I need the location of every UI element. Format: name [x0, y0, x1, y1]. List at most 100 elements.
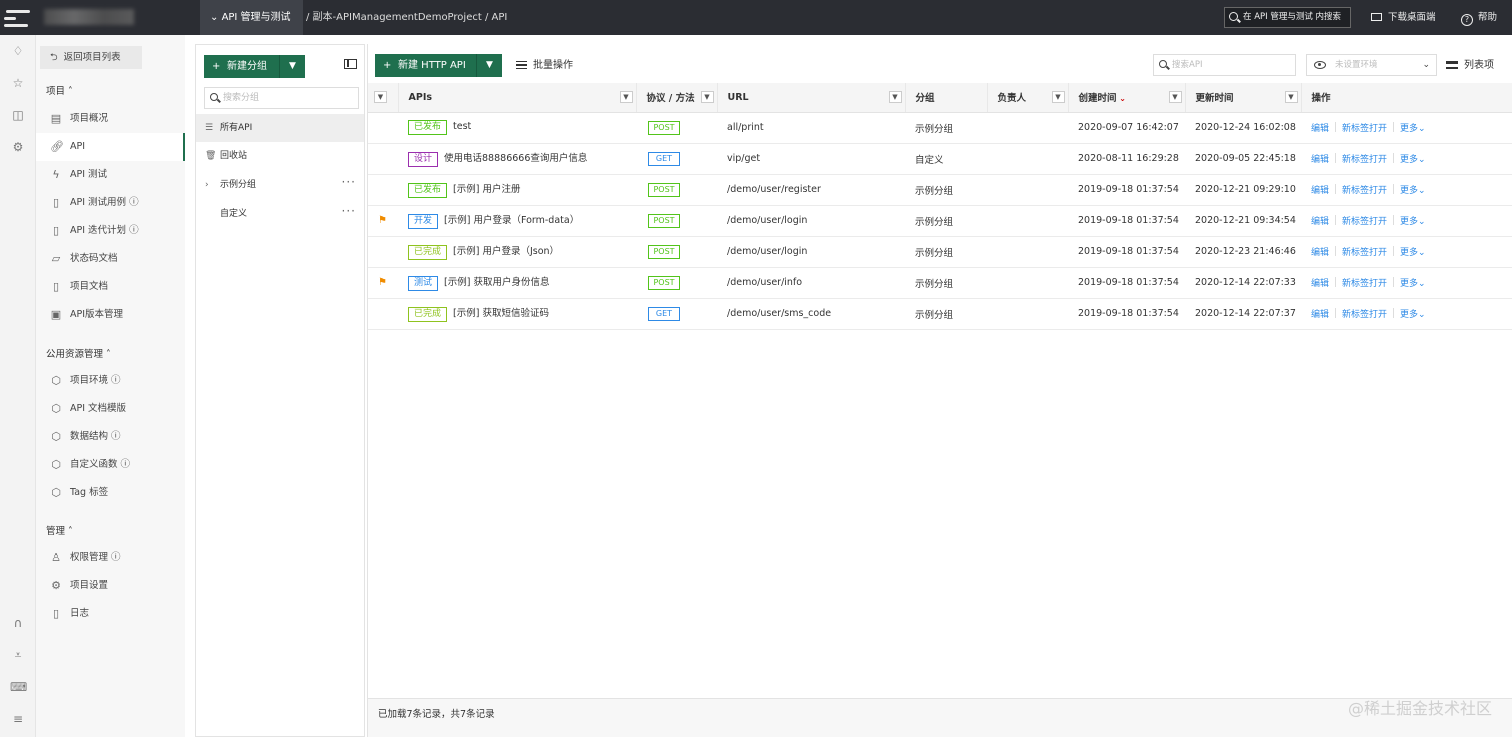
open-new-tab-link[interactable]: 新标签打开	[1342, 155, 1387, 165]
table-row[interactable]: 已发布 test POST all/print 示例分组 2020-09-07 16:42…	[368, 112, 1512, 144]
keyboard-icon[interactable]: ⌨	[10, 679, 27, 695]
col-header-method[interactable]: 协议 / 方法 ▼	[636, 83, 718, 113]
new-group-button[interactable]: + 新建分组 ▼	[204, 55, 305, 78]
group-item-recycle[interactable]: 🗑︎ 回收站	[196, 142, 364, 170]
open-new-tab-link[interactable]: 新标签打开	[1342, 217, 1387, 227]
filter-icon[interactable]: ▼	[1284, 91, 1298, 103]
more-link[interactable]: 更多⌄	[1400, 310, 1426, 320]
environment-select[interactable]: 未设置环境 ⌄	[1306, 54, 1437, 76]
back-to-projects-button[interactable]: ⮌ 返回项目列表	[40, 46, 142, 69]
more-link[interactable]: 更多⌄	[1400, 279, 1426, 289]
nav-item-project-docs[interactable]: ▯ 项目文档	[36, 273, 185, 301]
api-name-cell[interactable]: 已完成 [示例] 用户登录（Json）	[398, 236, 636, 268]
filter-icon[interactable]: ▼	[700, 91, 714, 103]
nav-item-api[interactable]: 🔗︎ API	[36, 133, 185, 161]
edit-link[interactable]: 编辑	[1311, 186, 1329, 196]
download-desktop-button[interactable]: 下载桌面端	[1371, 0, 1436, 35]
col-header-created[interactable]: 创建时间 ⌄ ▼	[1068, 83, 1186, 113]
more-icon[interactable]: ···	[342, 197, 356, 225]
nav-item-data-structures[interactable]: ⬡ 数据结构 ⓘ	[36, 423, 185, 451]
api-name[interactable]: [示例] 用户登录（Form-data）	[444, 215, 579, 226]
api-name[interactable]: [示例] 获取短信验证码	[453, 308, 549, 319]
api-name[interactable]: [示例] 用户登录（Json）	[453, 246, 559, 257]
more-link[interactable]: 更多⌄	[1400, 186, 1426, 196]
list-view-button[interactable]: 列表项	[1446, 54, 1494, 77]
api-name[interactable]: [示例] 用户注册	[453, 184, 520, 195]
table-row[interactable]: 设计 使用电话88886666查询用户信息 GET vip/get 自定义 2020-08…	[368, 143, 1512, 175]
table-row[interactable]: 已完成 [示例] 用户登录（Json） POST/demo/user/login 示例…	[368, 236, 1512, 268]
nav-group-public[interactable]: 公用资源管理 ˄	[46, 346, 111, 360]
nav-item-environments[interactable]: ⬡ 项目环境 ⓘ	[36, 367, 185, 395]
table-row[interactable]: ⚑ 测试 [示例] 获取用户身份信息 POST/demo/user/info 示例分组 2…	[368, 267, 1512, 299]
nav-group-project[interactable]: 项目 ˄	[46, 83, 73, 97]
more-link[interactable]: 更多⌄	[1400, 217, 1426, 227]
api-name[interactable]: 使用电话88886666查询用户信息	[444, 153, 587, 164]
bell-icon[interactable]: ♢	[10, 43, 26, 59]
nav-item-tags[interactable]: ⬡ Tag 标签	[36, 479, 185, 507]
open-new-tab-link[interactable]: 新标签打开	[1342, 248, 1387, 258]
col-header-owner[interactable]: 负责人 ▼	[987, 83, 1069, 113]
new-http-api-button[interactable]: + 新建 HTTP API ▼	[375, 54, 502, 77]
edit-link[interactable]: 编辑	[1311, 248, 1329, 258]
caret-down-icon[interactable]: ▼	[374, 91, 387, 103]
nav-item-custom-functions[interactable]: ⬡ 自定义函数 ⓘ	[36, 451, 185, 479]
more-link[interactable]: 更多⌄	[1400, 124, 1426, 134]
filter-icon[interactable]: ▼	[1168, 91, 1182, 103]
caret-down-icon[interactable]: ▼	[476, 54, 502, 77]
col-header-group[interactable]: 分组	[905, 83, 988, 113]
api-name[interactable]: test	[453, 121, 471, 132]
nav-group-manage[interactable]: 管理 ˄	[46, 523, 73, 537]
group-item-custom[interactable]: 自定义 ···	[196, 200, 364, 228]
project-tab[interactable]: ⌄ API 管理与测试	[200, 0, 303, 35]
nav-item-api-test[interactable]: ϟ API 测试	[36, 161, 185, 189]
global-search-input[interactable]: 在 API 管理与测试 内搜索	[1224, 7, 1351, 28]
edit-link[interactable]: 编辑	[1311, 124, 1329, 134]
filter-icon[interactable]: ▼	[619, 91, 633, 103]
api-name-cell[interactable]: 开发 [示例] 用户登录（Form-data）	[398, 205, 636, 237]
group-item-sample[interactable]: › 示例分组 ···	[196, 171, 364, 199]
edit-link[interactable]: 编辑	[1311, 279, 1329, 289]
more-link[interactable]: 更多⌄	[1400, 155, 1426, 165]
open-new-tab-link[interactable]: 新标签打开	[1342, 186, 1387, 196]
nav-item-project-settings[interactable]: ⚙ 项目设置	[36, 572, 185, 600]
api-search-input[interactable]: 搜索API	[1153, 54, 1296, 76]
more-link[interactable]: 更多⌄	[1400, 248, 1426, 258]
col-header-updated[interactable]: 更新时间 ▼	[1185, 83, 1302, 113]
table-row[interactable]: ⚑ 开发 [示例] 用户登录（Form-data） POST/demo/user/lo…	[368, 205, 1512, 237]
filter-icon[interactable]: ▼	[1051, 91, 1065, 103]
group-item-all[interactable]: ☰ 所有API	[196, 114, 364, 142]
star-icon[interactable]: ☆	[10, 75, 26, 91]
nav-item-test-cases[interactable]: ▯ API 测试用例 ⓘ	[36, 189, 185, 217]
table-row[interactable]: 已发布 [示例] 用户注册 POST/demo/user/register 示例分组 2…	[368, 174, 1512, 206]
batch-operation-button[interactable]: 批量操作	[516, 54, 573, 77]
api-name[interactable]: [示例] 获取用户身份信息	[444, 277, 549, 288]
select-all-header[interactable]: ▼	[368, 83, 399, 113]
open-new-tab-link[interactable]: 新标签打开	[1342, 310, 1387, 320]
nav-item-permissions[interactable]: ♙ 权限管理 ⓘ	[36, 544, 185, 572]
nav-item-iteration-plan[interactable]: ▯ API 迭代计划 ⓘ	[36, 217, 185, 245]
api-name-cell[interactable]: 已发布 [示例] 用户注册	[398, 174, 636, 206]
menu-icon[interactable]: ≡	[10, 711, 26, 727]
caret-down-icon[interactable]: ▼	[279, 55, 305, 78]
nav-item-overview[interactable]: ▤ 项目概况	[36, 105, 185, 133]
download-icon[interactable]: ⩡	[10, 647, 26, 663]
app-logo-icon[interactable]	[4, 6, 31, 29]
edit-link[interactable]: 编辑	[1311, 155, 1329, 165]
open-new-tab-link[interactable]: 新标签打开	[1342, 124, 1387, 134]
api-name-cell[interactable]: 设计 使用电话88886666查询用户信息	[398, 143, 636, 175]
group-search-input[interactable]: 搜索分组	[204, 87, 359, 109]
api-name-cell[interactable]: 已发布 test	[398, 112, 636, 144]
table-row[interactable]: 已完成 [示例] 获取短信验证码 GET/demo/user/sms_code 示例分…	[368, 298, 1512, 330]
api-name-cell[interactable]: 测试 [示例] 获取用户身份信息	[398, 267, 636, 299]
col-header-apis[interactable]: APIs ▼	[398, 83, 637, 113]
help-button[interactable]: ? 帮助	[1461, 0, 1497, 35]
nav-item-api-versions[interactable]: ▣ API版本管理	[36, 301, 185, 329]
settings-icon[interactable]: ⚙	[10, 139, 26, 155]
open-new-tab-link[interactable]: 新标签打开	[1342, 279, 1387, 289]
filter-icon[interactable]: ▼	[888, 91, 902, 103]
col-header-url[interactable]: URL ▼	[717, 83, 906, 113]
api-name-cell[interactable]: 已完成 [示例] 获取短信验证码	[398, 298, 636, 330]
inbox-icon[interactable]: ◫	[10, 107, 26, 123]
collapse-panel-icon[interactable]	[344, 59, 357, 69]
more-icon[interactable]: ···	[342, 168, 356, 196]
